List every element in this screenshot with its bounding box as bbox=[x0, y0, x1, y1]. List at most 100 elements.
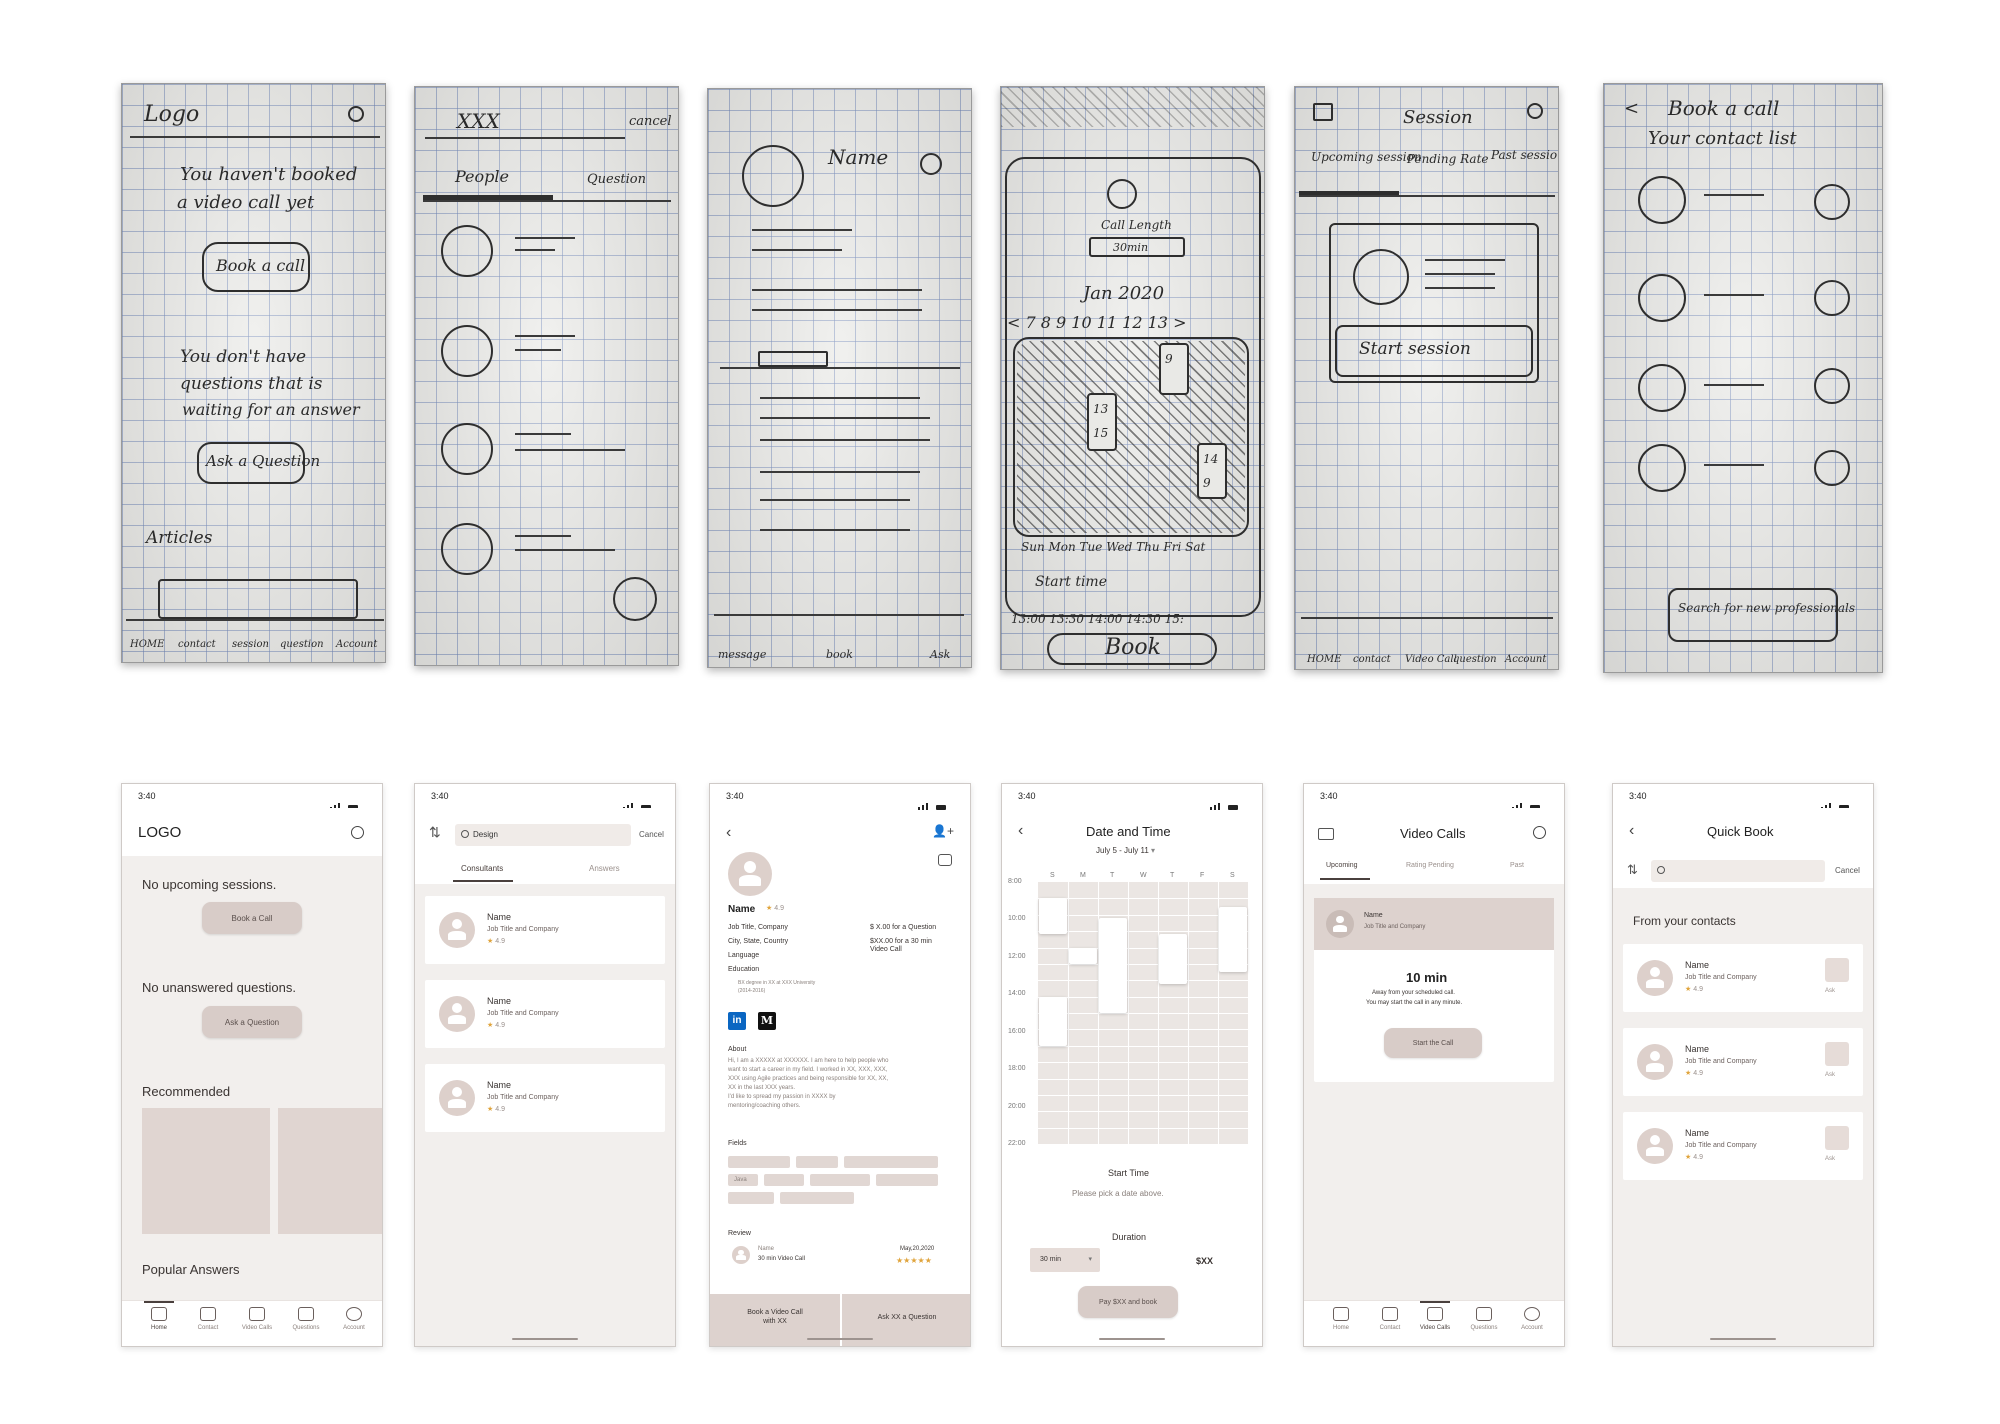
home-indicator bbox=[512, 1338, 578, 1340]
book-call-button[interactable]: Book a Call bbox=[202, 902, 302, 934]
recommended-card[interactable] bbox=[142, 1108, 270, 1234]
back-icon[interactable]: ‹ bbox=[726, 824, 731, 842]
tab-video-calls[interactable]: Video Calls bbox=[1415, 1307, 1455, 1331]
cancel-button[interactable]: Cancel bbox=[639, 830, 664, 840]
sketch-text: Search for new professionals bbox=[1678, 601, 1856, 615]
consultant-card[interactable]: Name Job Title and Company ★ 4.9 bbox=[425, 896, 665, 964]
fields-heading: Fields bbox=[728, 1140, 747, 1147]
ask-icon[interactable] bbox=[1825, 1126, 1849, 1150]
avatar bbox=[1637, 960, 1673, 996]
ask-question-button[interactable]: Ask a Question bbox=[202, 1006, 302, 1038]
account-icon bbox=[346, 1307, 362, 1321]
sort-icon[interactable]: ⇅ bbox=[429, 824, 441, 841]
video-call-icon bbox=[249, 1307, 265, 1321]
time-label: 22:00 bbox=[1008, 1140, 1026, 1147]
available-slot[interactable] bbox=[1039, 996, 1067, 1046]
available-slot[interactable] bbox=[1099, 918, 1127, 1013]
app-logo: LOGO bbox=[138, 824, 182, 841]
sketch-text: XXX bbox=[457, 109, 500, 133]
tab-contact[interactable]: Contact bbox=[188, 1307, 228, 1331]
field-tag[interactable] bbox=[876, 1174, 938, 1186]
sort-icon[interactable]: ⇅ bbox=[1627, 862, 1638, 878]
medium-icon[interactable]: M bbox=[758, 1012, 776, 1030]
duration-select[interactable]: 30 min ▾ bbox=[1030, 1248, 1100, 1272]
search-input[interactable] bbox=[1651, 860, 1825, 882]
tab-questions[interactable]: Questions bbox=[1464, 1307, 1504, 1331]
consultant-card[interactable]: Name Job Title and Company ★ 4.9 bbox=[425, 1064, 665, 1132]
contact-card[interactable]: Name Job Title and Company ★ 4.9 Ask bbox=[1623, 1028, 1863, 1096]
available-slot[interactable] bbox=[1069, 947, 1097, 964]
tab-bar: Home Contact Video Calls Questions Accou… bbox=[122, 1300, 382, 1346]
available-slot[interactable] bbox=[1039, 898, 1067, 935]
time-label: 8:00 bbox=[1008, 878, 1022, 885]
contacts-heading: From your contacts bbox=[1633, 914, 1736, 928]
phone-home: 3:40 LOGO No upcoming sessions. Book a C… bbox=[121, 783, 383, 1347]
tab-home[interactable]: Home bbox=[139, 1307, 179, 1331]
tab-account[interactable]: Account bbox=[334, 1307, 374, 1331]
field-tag[interactable] bbox=[780, 1192, 854, 1204]
profile-years: (2014-2016) bbox=[738, 988, 766, 994]
rating: ★ 4.9 bbox=[487, 1022, 505, 1029]
sketch-text: book bbox=[826, 648, 853, 661]
available-slot[interactable] bbox=[1219, 906, 1247, 973]
field-tag[interactable] bbox=[728, 1156, 790, 1168]
tab-rating-pending[interactable]: Rating Pending bbox=[1406, 862, 1454, 870]
search-icon[interactable] bbox=[1533, 826, 1546, 839]
contact-icon bbox=[200, 1307, 216, 1321]
tab-consultants[interactable]: Consultants bbox=[461, 864, 503, 874]
tab-account[interactable]: Account bbox=[1512, 1307, 1552, 1331]
contact-icon bbox=[1382, 1307, 1398, 1321]
field-tag[interactable] bbox=[844, 1156, 938, 1168]
sketch-text: cancel bbox=[629, 114, 672, 129]
field-tag[interactable] bbox=[728, 1192, 774, 1204]
contact-card[interactable]: Name Job Title and Company ★ 4.9 Ask bbox=[1623, 944, 1863, 1012]
phone-search: 3:40 ⇅ Design Cancel Consultants Answers… bbox=[414, 783, 676, 1347]
ask-icon[interactable] bbox=[1825, 1042, 1849, 1066]
search-icon[interactable] bbox=[351, 826, 364, 839]
day-header: F bbox=[1200, 872, 1205, 879]
upcoming-call-card[interactable]: Name Job Title and Company 10 min Away f… bbox=[1314, 898, 1554, 1082]
start-call-button[interactable]: Start the Call bbox=[1384, 1028, 1482, 1058]
page-title: Quick Book bbox=[1707, 824, 1774, 839]
consultant-card[interactable]: Name Job Title and Company ★ 4.9 bbox=[425, 980, 665, 1048]
sketch-text: Upcoming session bbox=[1311, 150, 1422, 164]
field-tag[interactable] bbox=[810, 1174, 870, 1186]
sketch-text: question bbox=[1453, 654, 1497, 665]
ask-icon[interactable] bbox=[1825, 958, 1849, 982]
about-heading: About bbox=[728, 1046, 747, 1053]
sketch-text: contact bbox=[1353, 654, 1391, 665]
cancel-button[interactable]: Cancel bbox=[1835, 866, 1860, 876]
tab-video-calls[interactable]: Video Calls bbox=[237, 1307, 277, 1331]
calendar-grid[interactable]: S M T W T F S 8:00 10:00 12:00 14:00 16:00 18:00 20:0… bbox=[1008, 872, 1248, 1147]
about-text: mentoring/coaching others. bbox=[728, 1103, 801, 1109]
profile-language: Language bbox=[728, 952, 760, 959]
tab-questions[interactable]: Questions bbox=[286, 1307, 326, 1331]
message-icon[interactable] bbox=[938, 854, 952, 866]
reviewer-name: Name bbox=[758, 1246, 775, 1252]
sketch-text: Book bbox=[1105, 635, 1161, 660]
available-slot[interactable] bbox=[1159, 934, 1187, 984]
tab-contact[interactable]: Contact bbox=[1370, 1307, 1410, 1331]
contact-card[interactable]: Name Job Title and Company ★ 4.9 Ask bbox=[1623, 1112, 1863, 1180]
tab-upcoming[interactable]: Upcoming bbox=[1326, 862, 1358, 870]
field-tag[interactable] bbox=[764, 1174, 804, 1186]
field-tag[interactable] bbox=[796, 1156, 838, 1168]
back-icon[interactable]: ‹ bbox=[1629, 822, 1634, 840]
date-range-selector[interactable]: July 5 - July 11 ▾ bbox=[1096, 846, 1155, 856]
tab-answers[interactable]: Answers bbox=[589, 864, 620, 874]
recommended-card[interactable] bbox=[278, 1108, 382, 1234]
sketch-profile: Name message book Ask bbox=[707, 88, 972, 668]
field-tag[interactable]: Java bbox=[728, 1174, 758, 1186]
folder-icon[interactable] bbox=[1318, 828, 1334, 840]
sketch-text: waiting for an answer bbox=[182, 400, 360, 419]
add-contact-icon[interactable]: 👤+ bbox=[932, 824, 954, 838]
pay-book-button[interactable]: Pay $XX and book bbox=[1078, 1286, 1178, 1318]
search-input[interactable]: Design bbox=[455, 824, 631, 846]
sketch-text: Start time bbox=[1035, 574, 1107, 590]
linkedin-icon[interactable]: in bbox=[728, 1012, 746, 1030]
sketch-text: HOME bbox=[130, 639, 165, 650]
tab-home[interactable]: Home bbox=[1321, 1307, 1361, 1331]
tab-past[interactable]: Past bbox=[1510, 862, 1524, 870]
day-header: T bbox=[1110, 872, 1115, 879]
back-icon[interactable]: ‹ bbox=[1018, 822, 1023, 840]
